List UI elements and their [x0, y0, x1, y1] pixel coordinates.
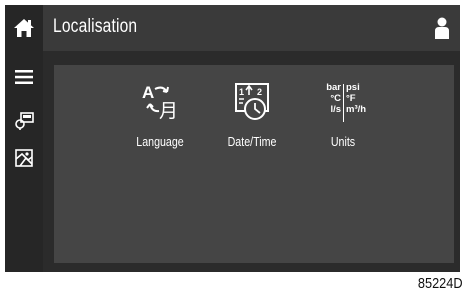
menu-icon	[15, 70, 33, 84]
unit-pressure-imperial: psi	[346, 82, 360, 93]
sidebar	[5, 5, 43, 272]
unit-pressure-metric: bar	[326, 82, 341, 93]
controller-screen: Localisation A 月 Language 1 2 Date/Time …	[5, 5, 460, 272]
unit-temperature-imperial: °F	[346, 93, 356, 104]
units-divider	[343, 84, 344, 122]
page-title: Localisation	[53, 16, 138, 37]
user-icon	[435, 17, 449, 39]
units-tile[interactable]: bar °C l/s psi °F m³/h Units	[304, 75, 382, 155]
user-button[interactable]	[430, 15, 454, 41]
date-time-icon: 1 2	[235, 83, 269, 120]
unit-temperature-metric: °C	[330, 93, 341, 104]
units-label: Units	[330, 134, 356, 149]
controller-icon	[15, 112, 34, 130]
home-icon	[14, 19, 34, 37]
language-label: Language	[136, 134, 184, 149]
svg-text:2: 2	[257, 87, 262, 97]
date-time-tile[interactable]: 1 2 Date/Time	[213, 75, 291, 155]
svg-text:1: 1	[239, 87, 244, 97]
figure-id: 85224D	[418, 275, 463, 292]
svg-text:A: A	[142, 83, 154, 102]
settings-panel: A 月 Language 1 2 Date/Time bar °C l/s ps…	[54, 65, 454, 263]
date-time-label: Date/Time	[227, 134, 277, 149]
map-button[interactable]	[9, 143, 39, 173]
controller-button[interactable]	[9, 106, 39, 136]
unit-flow-metric: l/s	[330, 104, 341, 115]
language-icon: A 月	[142, 83, 178, 121]
header-bar: Localisation	[43, 5, 460, 51]
home-button[interactable]	[9, 13, 39, 43]
language-tile[interactable]: A 月 Language	[121, 75, 199, 155]
units-icon: bar °C l/s psi °F m³/h	[313, 81, 373, 125]
unit-flow-alt: m³/h	[346, 104, 367, 115]
map-icon	[15, 149, 33, 167]
svg-text:月: 月	[159, 100, 178, 121]
menu-button[interactable]	[9, 62, 39, 92]
